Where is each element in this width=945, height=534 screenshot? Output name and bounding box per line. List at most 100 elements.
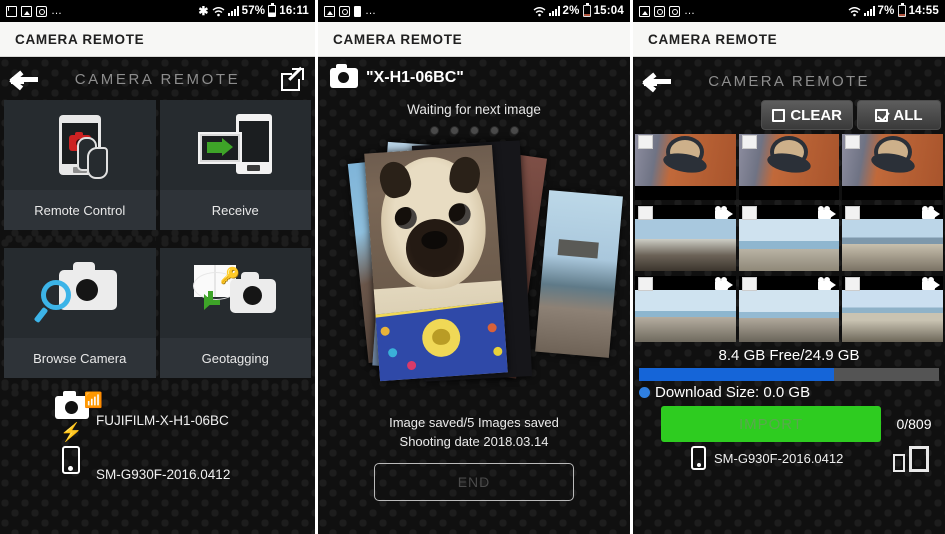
thumbnail-image-beach: [842, 290, 944, 342]
more-icon: …: [51, 5, 63, 17]
film-strip-divider: [0, 382, 315, 392]
thumbnail-item[interactable]: [738, 276, 840, 342]
bluetooth-icon: ✱: [198, 3, 209, 18]
panel3-header-title: CAMERA REMOTE: [708, 72, 870, 90]
status-bar-right-1: ✱ 57% 16:11: [198, 3, 309, 18]
save-status-line2: Shooting date 2018.03.14: [399, 434, 549, 449]
phone-device-name: SM-G930F-2016.0412: [96, 466, 231, 482]
end-button[interactable]: END: [374, 463, 574, 501]
mail-icon: [6, 5, 17, 17]
more-icon: …: [365, 5, 377, 17]
select-checkbox[interactable]: [845, 277, 861, 291]
video-camera-icon: [922, 206, 941, 219]
panel-camera-remote-home: … ✱ 57% 16:11 CAMERA REMOTE CAMERA REMOT…: [0, 0, 315, 534]
camera-device-name: FUJIFILM-X-H1-06BC: [96, 412, 229, 428]
wifi-icon: [212, 6, 225, 17]
panel1-body: CAMERA REMOTE Remote Control Receive Bro…: [0, 58, 315, 534]
thumbnail-image-city: [842, 219, 944, 271]
photo-card-pier: [535, 190, 623, 358]
storage-text: 8.4 GB Free/24.9 GB: [718, 347, 860, 364]
panel-receiving-images: … 2% 15:04 CAMERA REMOTE "X-H1-06BC" Wai…: [315, 0, 630, 534]
empty-checkbox-icon: [772, 108, 786, 122]
instagram-icon: [669, 5, 680, 17]
more-icon: …: [684, 5, 696, 17]
battery-percent-3: 7%: [877, 5, 895, 17]
thumbnail-row: [635, 276, 944, 342]
progress-dot: [429, 126, 439, 135]
import-button[interactable]: IMPORT: [661, 406, 881, 442]
checked-checkbox-icon: [875, 108, 889, 122]
film-strip-divider: [159, 234, 311, 244]
select-checkbox[interactable]: [638, 206, 653, 220]
thumbnail-image-beach: [738, 290, 840, 342]
app-title-bar-3: CAMERA REMOTE: [633, 22, 945, 57]
tile-remote-control[interactable]: Remote Control: [4, 100, 156, 230]
phone-camera-tap-icon: [4, 100, 156, 190]
thumbnail-item[interactable]: [738, 205, 840, 271]
status-bar-3: … 7% 14:55: [633, 0, 945, 22]
select-checkbox[interactable]: [741, 277, 757, 291]
gallery-icon: [639, 5, 650, 17]
thumbnail-item[interactable]: [842, 205, 944, 271]
status-bar-1: … ✱ 57% 16:11: [0, 0, 315, 22]
app-title-bar-2: CAMERA REMOTE: [318, 22, 630, 57]
panel1-header-title: CAMERA REMOTE: [74, 70, 241, 88]
download-size-text: Download Size: 0.0 GB: [655, 384, 811, 401]
battery-percent-2: 2%: [562, 5, 580, 17]
status-bar-2: … 2% 15:04: [318, 0, 630, 22]
tile-receive[interactable]: Receive: [159, 100, 312, 230]
transfer-to-phone-icon: [160, 100, 312, 190]
progress-dot: [469, 126, 479, 135]
back-arrow-icon[interactable]: [9, 68, 40, 91]
select-checkbox[interactable]: [638, 135, 653, 149]
thumbnail-item[interactable]: [842, 134, 944, 200]
video-camera-icon: [818, 277, 837, 290]
thumbnail-item[interactable]: [635, 134, 736, 200]
status-bar-right-3: 7% 14:55: [848, 3, 939, 17]
select-checkbox[interactable]: [845, 206, 861, 220]
battery-icon: [582, 3, 591, 17]
progress-dot: [509, 126, 519, 135]
progress-dots: [318, 126, 630, 135]
video-camera-icon: [818, 206, 837, 219]
select-checkbox[interactable]: [845, 135, 861, 149]
bolt-icon: ⚡: [60, 422, 83, 442]
all-button[interactable]: ALL: [857, 100, 941, 130]
select-checkbox[interactable]: [638, 277, 653, 291]
select-checkbox[interactable]: [741, 206, 757, 220]
progress-dot: [449, 126, 459, 135]
thumbnail-item[interactable]: [738, 134, 840, 200]
signal-icon: [548, 6, 560, 16]
camera-magnifier-icon: [4, 248, 156, 338]
video-camera-icon: [922, 277, 941, 290]
download-size-row: Download Size: 0.0 GB: [639, 384, 939, 401]
status-bar-left-icons-3: …: [639, 5, 696, 17]
storage-progress-bar: [639, 368, 939, 381]
instagram-icon: [654, 5, 665, 17]
thumbnail-grid: [633, 130, 945, 342]
video-camera-icon: [714, 277, 733, 290]
tile-geotagging[interactable]: 🔑 Geotagging: [159, 248, 312, 378]
phone-icon: [62, 446, 80, 474]
panel1-header: CAMERA REMOTE: [0, 58, 315, 100]
battery-icon: [354, 5, 361, 17]
select-checkbox[interactable]: [741, 135, 757, 149]
storage-section: 8.4 GB Free/24.9 GB Download Size: 0.0 G…: [633, 347, 945, 472]
thumbnail-item[interactable]: [635, 205, 736, 271]
clear-button[interactable]: CLEAR: [761, 100, 853, 130]
geotag-camera-icon: 🔑: [160, 248, 312, 338]
signal-icon: [227, 6, 239, 16]
bullet-icon: [639, 387, 650, 398]
external-link-icon[interactable]: [281, 67, 305, 91]
wifi-signal-icon: 📶: [84, 392, 103, 409]
thumbnail-item[interactable]: [842, 276, 944, 342]
tile-label: Receive: [159, 190, 311, 230]
tile-browse-camera[interactable]: Browse Camera: [4, 248, 156, 378]
app-title-bar-1: CAMERA REMOTE: [0, 22, 315, 57]
panel3-body: CAMERA REMOTE CLEAR ALL 8.4 GB Free/24.9…: [633, 58, 945, 534]
thumbnail-item[interactable]: [635, 276, 736, 342]
large-frame-icon: [909, 446, 929, 472]
signal-icon: [863, 6, 875, 16]
status-bar-left-icons-2: …: [324, 5, 377, 17]
status-bar-left-icons-1: …: [6, 5, 63, 17]
